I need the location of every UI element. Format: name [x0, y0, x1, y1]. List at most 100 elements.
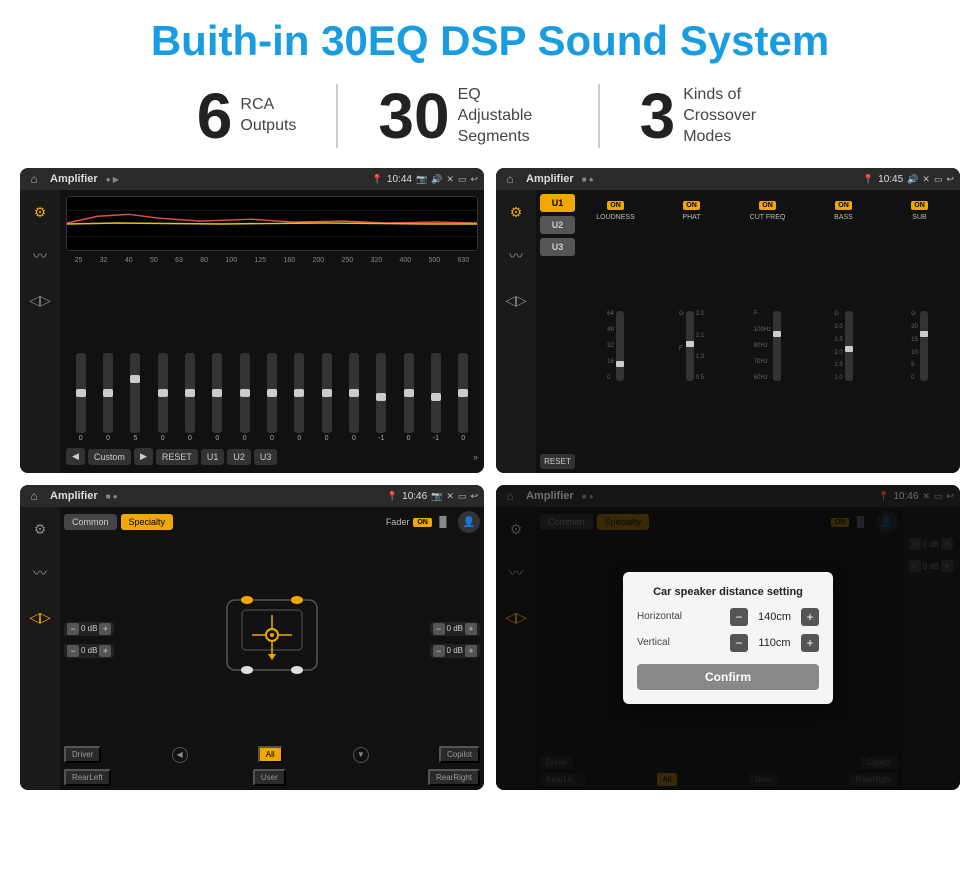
- bottom-right-db: − 0 dB +: [430, 644, 480, 658]
- preset-u1[interactable]: U1: [540, 194, 575, 212]
- top-right-db: − 0 dB +: [430, 622, 480, 636]
- home-icon[interactable]: ⌂: [26, 171, 42, 187]
- distance-dialog: Car speaker distance setting Horizontal …: [623, 572, 833, 704]
- eq-icon[interactable]: ⚙: [26, 198, 54, 226]
- right-db-controls: − 0 dB + − 0 dB +: [430, 622, 480, 658]
- close-icon-2: ✕: [922, 174, 930, 185]
- speaker-icon-3[interactable]: ◁▷: [26, 603, 54, 631]
- screen3-title: Amplifier: [50, 490, 98, 502]
- plus-bottom-right[interactable]: +: [465, 645, 477, 657]
- window-icon-2: ▭: [934, 174, 943, 185]
- tab-specialty[interactable]: Specialty: [121, 514, 174, 530]
- u2-button[interactable]: U2: [227, 449, 251, 465]
- preset-u3[interactable]: U3: [540, 238, 575, 256]
- stat-text-crossover: Kinds of Crossover Modes: [683, 85, 783, 147]
- home-icon-3[interactable]: ⌂: [26, 488, 42, 504]
- screen2-title: Amplifier: [526, 173, 574, 185]
- window-icon: ▭: [458, 174, 467, 185]
- slider-125: 0: [267, 353, 277, 442]
- crossover-main: Common Specialty Fader ON ▐▌ 👤: [60, 507, 484, 790]
- rearright-btn[interactable]: RearRight: [428, 769, 480, 786]
- reset-button[interactable]: RESET: [156, 449, 198, 465]
- horizontal-control: − 140cm +: [730, 608, 819, 626]
- minus-bottom-left[interactable]: −: [67, 645, 79, 657]
- wave-icon-3[interactable]: 〰: [26, 559, 54, 587]
- stat-eq: 30 EQ Adjustable Segments: [338, 84, 599, 148]
- channel-bass: ON BASS G 3.0 2.5 2.0 1.5 1.0: [807, 194, 880, 469]
- channel-loudness: ON LOUDNESS 64 48 32 16 0: [579, 194, 652, 469]
- horizontal-row: Horizontal − 140cm +: [637, 608, 819, 626]
- left-sidebar-3: ⚙ 〰 ◁▷: [20, 507, 60, 790]
- horizontal-value: 140cm: [752, 611, 797, 623]
- back-icon: ↩: [470, 174, 478, 185]
- dot-icon-3: ■ ●: [106, 492, 118, 501]
- eq-icon-2[interactable]: ⚙: [502, 198, 530, 226]
- screens-grid: ⌂ Amplifier ● ▶ 📍 10:44 📷 🔊 ✕ ▭ ↩ ⚙ 〰 ◁▷: [0, 160, 980, 798]
- left-sidebar-2: ⚙ 〰 ◁▷: [496, 190, 536, 473]
- u1-button[interactable]: U1: [201, 449, 225, 465]
- down-arrow-icon[interactable]: ▼: [353, 747, 369, 763]
- prev-button[interactable]: ◀: [66, 448, 85, 465]
- slider-50: 0: [158, 353, 168, 442]
- horizontal-minus[interactable]: −: [730, 608, 748, 626]
- dot-icon: ● ▶: [106, 175, 119, 184]
- driver-btn[interactable]: Driver: [64, 746, 101, 763]
- location-icon-3: 📍: [387, 491, 398, 502]
- close-icon-3: ✕: [446, 491, 454, 502]
- speaker-icon-2[interactable]: ◁▷: [502, 286, 530, 314]
- rearleft-btn[interactable]: RearLeft: [64, 769, 111, 786]
- plus-top-left[interactable]: +: [99, 623, 111, 635]
- vertical-plus[interactable]: +: [801, 634, 819, 652]
- minus-bottom-right[interactable]: −: [433, 645, 445, 657]
- wave-icon-2[interactable]: 〰: [502, 242, 530, 270]
- horizontal-plus[interactable]: +: [801, 608, 819, 626]
- minus-top-left[interactable]: −: [67, 623, 79, 635]
- reset-btn-2[interactable]: RESET: [540, 454, 575, 469]
- minus-top-right[interactable]: −: [433, 623, 445, 635]
- copilot-btn[interactable]: Copilot: [439, 746, 480, 763]
- screen-amp-channels: ⌂ Amplifier ■ ● 📍 10:45 🔊 ✕ ▭ ↩ ⚙ 〰 ◁▷ U…: [496, 168, 960, 473]
- home-icon-2[interactable]: ⌂: [502, 171, 518, 187]
- amp-presets: U1 U2 U3 RESET: [540, 194, 575, 469]
- u3-button[interactable]: U3: [254, 449, 278, 465]
- slider-160: 0: [294, 353, 304, 442]
- play-button[interactable]: ▶: [134, 448, 153, 465]
- vertical-minus[interactable]: −: [730, 634, 748, 652]
- eq-controls: ◀ Custom ▶ RESET U1 U2 U3 »: [66, 446, 478, 467]
- preset-u2[interactable]: U2: [540, 216, 575, 234]
- screen-dialog: ⌂ Amplifier ■ ● 📍 10:46 ✕ ▭ ↩ ⚙ 〰 ◁▷ Com…: [496, 485, 960, 790]
- confirm-button[interactable]: Confirm: [637, 664, 819, 690]
- car-diagram-container: [120, 580, 423, 700]
- screen3-body: ⚙ 〰 ◁▷ Common Specialty Fader ON ▐▌ 👤: [20, 507, 484, 790]
- status-bar-1: ⌂ Amplifier ● ▶ 📍 10:44 📷 🔊 ✕ ▭ ↩: [20, 168, 484, 190]
- user-btn-3[interactable]: User: [253, 769, 286, 786]
- eq-sliders: 0 0 5 0 0: [66, 270, 478, 442]
- tab-common[interactable]: Common: [64, 514, 117, 530]
- status-bar-3: ⌂ Amplifier ■ ● 📍 10:46 📷 ✕ ▭ ↩: [20, 485, 484, 507]
- fader-slider[interactable]: ▐▌: [436, 517, 450, 528]
- dot-icon-2: ■ ●: [582, 175, 594, 184]
- wave-icon[interactable]: 〰: [26, 242, 54, 270]
- screen1-body: ⚙ 〰 ◁▷: [20, 190, 484, 473]
- custom-button[interactable]: Custom: [88, 449, 131, 465]
- plus-bottom-left[interactable]: +: [99, 645, 111, 657]
- slider-320: -1: [376, 353, 386, 442]
- status-icons-2: 📍 10:45 🔊 ✕ ▭ ↩: [863, 174, 954, 185]
- top-left-db: − 0 dB +: [64, 622, 114, 636]
- stats-row: 6 RCA Outputs 30 EQ Adjustable Segments …: [0, 74, 980, 160]
- eq-icon-3[interactable]: ⚙: [26, 515, 54, 543]
- settings-circle-icon[interactable]: 👤: [458, 511, 480, 533]
- all-btn[interactable]: All: [258, 746, 283, 763]
- speaker-icon[interactable]: ◁▷: [26, 286, 54, 314]
- back-icon-3: ↩: [470, 491, 478, 502]
- channel-phat: ON PHAT G F: [655, 194, 728, 469]
- vertical-row: Vertical − 110cm +: [637, 634, 819, 652]
- plus-top-right[interactable]: +: [465, 623, 477, 635]
- stat-crossover: 3 Kinds of Crossover Modes: [600, 84, 824, 148]
- vertical-label: Vertical: [637, 637, 702, 648]
- screen1-title: Amplifier: [50, 173, 98, 185]
- crossover-tabs: Common Specialty Fader ON ▐▌ 👤: [64, 511, 480, 533]
- camera-icon: 📷: [416, 174, 427, 185]
- left-arrow-icon[interactable]: ◀: [172, 747, 188, 763]
- expand-icon[interactable]: »: [473, 452, 478, 462]
